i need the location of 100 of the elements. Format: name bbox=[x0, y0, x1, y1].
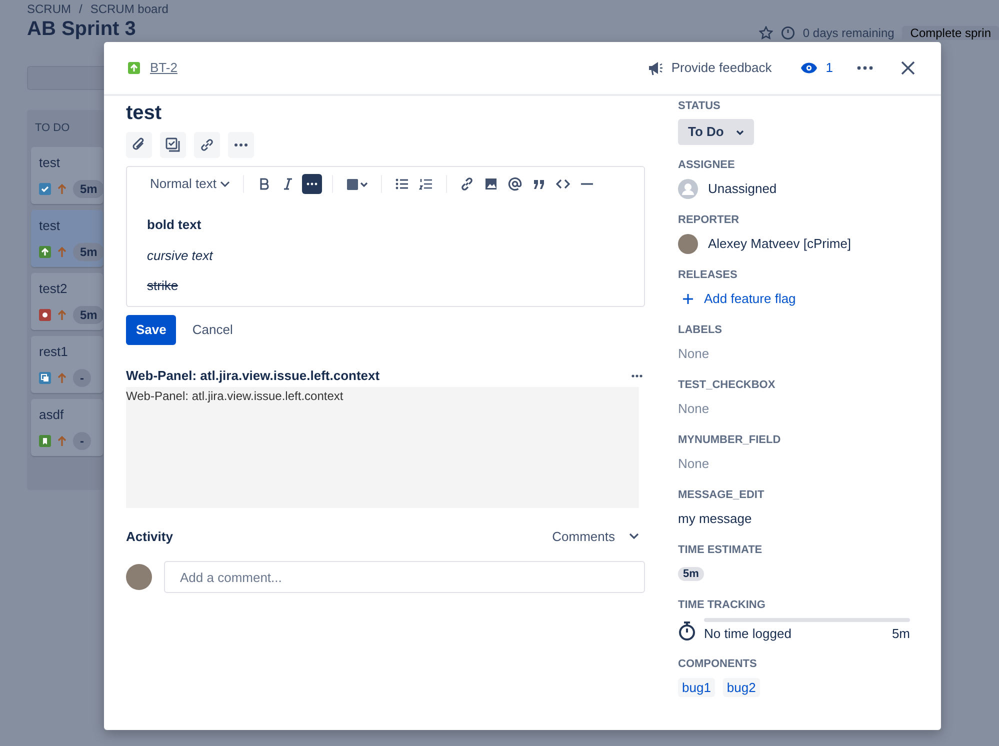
avatar-placeholder bbox=[126, 564, 152, 590]
more-button[interactable] bbox=[228, 132, 254, 158]
estimate-badge: 5m bbox=[73, 243, 104, 261]
issue-card[interactable]: test 5m bbox=[31, 146, 103, 204]
bold-icon bbox=[257, 177, 272, 191]
checklist-button[interactable] bbox=[160, 132, 186, 158]
chevron-down-icon bbox=[629, 533, 639, 540]
field-label: MYNUMBER_FIELD bbox=[678, 434, 782, 447]
close-button[interactable] bbox=[899, 59, 917, 77]
status-dropdown[interactable]: To Do bbox=[678, 119, 754, 145]
priority-arrow-icon bbox=[57, 435, 67, 447]
panel-title: Web-Panel: atl.jira.view.issue.left.context bbox=[126, 366, 380, 385]
panel-content: Web-Panel: atl.jira.view.issue.left.context bbox=[126, 386, 639, 508]
activity-heading: Activity bbox=[126, 528, 173, 546]
complete-sprint-button[interactable]: Complete sprin bbox=[902, 26, 999, 40]
paragraph: bold text bbox=[147, 216, 202, 234]
breadcrumb-link[interactable]: SCRUM board bbox=[90, 2, 168, 16]
priority-arrow-icon bbox=[57, 246, 67, 258]
field-label: TIME TRACKING bbox=[678, 599, 766, 612]
star-icon bbox=[758, 26, 773, 40]
user-name: Unassigned bbox=[708, 180, 777, 198]
field-label: LABELS bbox=[678, 324, 723, 337]
priority-arrow-icon bbox=[57, 309, 67, 321]
field-label: ASSIGNEE bbox=[678, 159, 736, 172]
user-icon bbox=[678, 179, 698, 199]
user-name: Alexey Matveev [cPrime] bbox=[708, 235, 852, 254]
breadcrumb-link[interactable]: SCRUM bbox=[27, 2, 71, 16]
text-color-icon bbox=[346, 177, 368, 191]
issue-title: test bbox=[126, 101, 163, 126]
plus-icon bbox=[682, 293, 694, 305]
issue-card[interactable]: rest1 - bbox=[31, 336, 103, 392]
estimate-badge: - bbox=[73, 369, 91, 387]
estimate-badge: 5m bbox=[73, 306, 104, 324]
cancel-button[interactable]: Cancel bbox=[180, 315, 245, 344]
link-icon bbox=[460, 177, 474, 191]
link-icon bbox=[199, 137, 215, 153]
sprint-title: AB Sprint 3 bbox=[27, 18, 136, 40]
link-button[interactable] bbox=[194, 132, 220, 158]
paragraph: cursive text bbox=[147, 246, 214, 264]
chevron-down-icon bbox=[736, 130, 744, 134]
bullet-list-icon bbox=[395, 177, 410, 191]
time-remaining: 5m bbox=[892, 625, 910, 643]
more-button[interactable] bbox=[302, 174, 322, 194]
panel-more-button[interactable] bbox=[629, 372, 645, 380]
eye-icon bbox=[800, 62, 818, 74]
priority-arrow-icon bbox=[57, 372, 67, 384]
estimate-badge: - bbox=[73, 432, 91, 450]
code-icon bbox=[556, 177, 570, 191]
text-style-dropdown[interactable]: Normal text bbox=[147, 174, 234, 194]
more-icon bbox=[234, 143, 248, 147]
more-icon bbox=[857, 66, 873, 70]
issue-card[interactable]: test2 5m bbox=[31, 272, 103, 330]
issue-card[interactable]: test 5m bbox=[31, 210, 103, 266]
add-feature-flag-link[interactable]: Add feature flag bbox=[682, 289, 796, 309]
card-title: test2 bbox=[39, 280, 68, 298]
up-arrow-icon bbox=[128, 62, 140, 74]
field-label: REPORTER bbox=[678, 214, 740, 227]
field-label: TIME ESTIMATE bbox=[678, 544, 764, 557]
paragraph: strike bbox=[147, 277, 180, 295]
save-button[interactable]: Save bbox=[126, 315, 176, 344]
field-label: COMPONENTS bbox=[678, 658, 758, 670]
field-value: None bbox=[678, 345, 710, 364]
more-button[interactable] bbox=[855, 64, 875, 72]
field-value: None bbox=[678, 455, 710, 474]
card-title: rest1 bbox=[39, 342, 69, 360]
feedback-button[interactable]: Provide feedback bbox=[641, 57, 778, 79]
numbered-list-icon bbox=[419, 177, 434, 191]
checklist-icon bbox=[165, 137, 181, 153]
days-remaining: 0 days remaining bbox=[802, 26, 894, 40]
component-tag[interactable]: bug1 bbox=[678, 678, 715, 698]
megaphone-icon bbox=[647, 60, 664, 76]
card-title: test bbox=[39, 216, 61, 234]
watchers-button[interactable]: 1 bbox=[794, 57, 839, 79]
priority-arrow-icon bbox=[57, 183, 67, 195]
breadcrumb-separator: / bbox=[79, 2, 82, 16]
field-label: STATUS bbox=[678, 100, 722, 113]
bookmark-icon bbox=[39, 435, 51, 447]
rich-text-editor[interactable]: Normal text bold text cursive text strike bbox=[126, 166, 645, 307]
more-icon bbox=[631, 374, 643, 378]
image-icon bbox=[484, 177, 498, 191]
estimate-badge: 5m bbox=[73, 180, 104, 198]
issue-key[interactable]: BT-2 bbox=[150, 58, 178, 78]
close-icon bbox=[901, 61, 915, 75]
at-icon bbox=[508, 177, 522, 191]
component-tag[interactable]: bug2 bbox=[722, 678, 760, 698]
comment-field[interactable]: Add a comment... bbox=[164, 561, 645, 593]
column-title: TO DO bbox=[34, 121, 71, 136]
attachment-button[interactable] bbox=[126, 132, 152, 158]
card-title: test bbox=[39, 154, 61, 172]
avatar-placeholder bbox=[678, 234, 698, 254]
up-arrow-icon bbox=[39, 246, 51, 258]
stopwatch-icon bbox=[678, 620, 696, 641]
squares-icon bbox=[39, 372, 51, 384]
estimate-badge: 5m bbox=[678, 567, 704, 581]
comments-dropdown[interactable]: Comments bbox=[546, 526, 645, 547]
chevron-down-icon bbox=[220, 181, 230, 187]
card-title: asdf bbox=[39, 406, 65, 424]
field-label: RELEASES bbox=[678, 269, 738, 282]
field-value: None bbox=[678, 400, 710, 418]
issue-card[interactable]: asdf - bbox=[31, 398, 103, 456]
